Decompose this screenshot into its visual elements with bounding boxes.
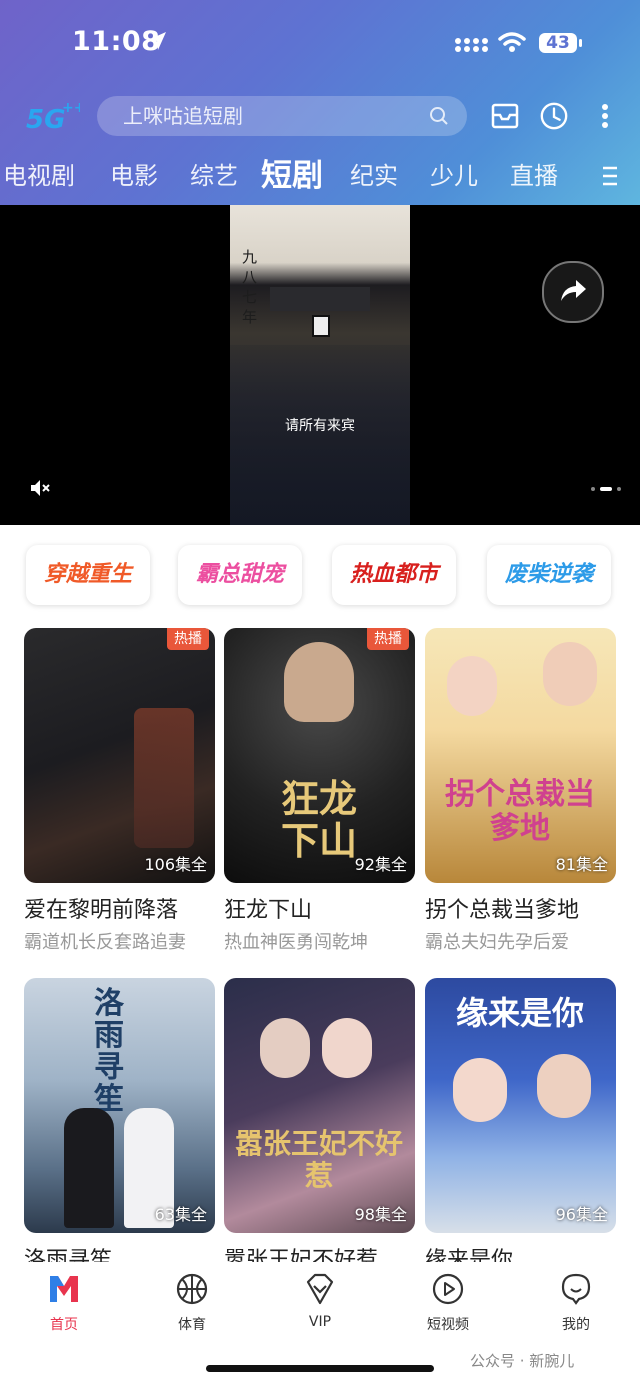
watermark: 公众号 · 新腕儿 xyxy=(470,1352,575,1370)
tab-variety[interactable]: 综艺 xyxy=(190,150,238,202)
tab-label: VIP xyxy=(308,1314,332,1330)
hot-badge: 热播 xyxy=(167,628,209,650)
episode-count: 63集全 xyxy=(154,1205,207,1224)
actor-face xyxy=(260,1018,310,1078)
tab-label: 体育 xyxy=(178,1317,206,1333)
chip-label: 热血都市 xyxy=(349,562,438,587)
migu-5g-logo[interactable]: 5G ++ xyxy=(24,98,80,134)
battery-level: 43 xyxy=(546,33,570,53)
episode-count: 81集全 xyxy=(555,855,608,874)
tab-sports[interactable]: 体育 xyxy=(152,1272,232,1334)
status-bar: 11:08 43 xyxy=(0,0,640,86)
tab-movies[interactable]: 电影 xyxy=(110,150,158,202)
episode-count: 92集全 xyxy=(354,855,407,874)
chip-ceo-romance[interactable]: 霸总甜宠 xyxy=(178,545,302,605)
drama-title: 爱在黎明前降落 xyxy=(24,898,179,923)
wifi-icon xyxy=(498,32,526,52)
share-button[interactable] xyxy=(542,261,604,323)
tab-tv-series[interactable]: 电视剧 xyxy=(3,150,75,202)
vip-diamond-icon xyxy=(306,1273,334,1305)
search-bar[interactable]: 上咪咕追短剧 xyxy=(97,96,467,136)
tab-live[interactable]: 直播 xyxy=(510,150,558,202)
svg-text:++: ++ xyxy=(62,100,80,116)
poster-title-text: 缘来是你 xyxy=(455,994,584,1032)
poster-title-text: 拐个总裁当爹地 xyxy=(445,777,595,846)
poster-title-text: 嚣张王妃不好惹 xyxy=(234,1127,403,1192)
search-icon xyxy=(430,107,448,125)
memorial-banner xyxy=(270,287,370,311)
history-clock-icon[interactable] xyxy=(539,100,569,132)
chip-time-travel[interactable]: 穿越重生 xyxy=(26,545,150,605)
carousel-indicator xyxy=(591,487,621,491)
actress-face xyxy=(447,656,497,716)
video-vertical-text: 九八七年 xyxy=(242,248,258,326)
tab-label: 我的 xyxy=(562,1317,590,1333)
drama-poster: 缘来是你 96集全 xyxy=(425,978,616,1233)
actor-face xyxy=(543,642,597,706)
inbox-icon[interactable] xyxy=(490,100,520,132)
tab-home[interactable]: 首页 xyxy=(24,1272,104,1334)
poster-title-text: 洛雨寻笙 xyxy=(94,986,124,1117)
actress-face xyxy=(322,1018,372,1078)
drama-poster: 嚣张王妃不好惹 98集全 xyxy=(224,978,415,1233)
tab-kids[interactable]: 少儿 xyxy=(430,150,478,202)
drama-title: 拐个总裁当爹地 xyxy=(425,898,580,923)
mute-icon[interactable] xyxy=(30,479,52,497)
drama-subtitle: 霸总夫妇先孕后爱 xyxy=(425,932,569,953)
episode-count: 96集全 xyxy=(555,1205,608,1224)
drama-poster: 狂龙下山 热播 92集全 xyxy=(224,628,415,883)
poster-title-text: 狂龙下山 xyxy=(280,777,357,863)
category-menu-icon[interactable] xyxy=(600,164,620,188)
actor-figure xyxy=(64,1108,114,1228)
tab-label: 首页 xyxy=(50,1317,78,1333)
svg-text:5G: 5G xyxy=(26,105,65,134)
tab-label: 短视频 xyxy=(427,1317,469,1333)
chip-label: 霸总甜宠 xyxy=(195,562,284,587)
figure-silhouette xyxy=(134,708,194,848)
top-header: 11:08 43 5G ++ 上咪咕追短剧 电视剧 电影 综艺 短剧 纪实 少儿… xyxy=(0,0,640,205)
basketball-icon xyxy=(176,1273,208,1305)
home-indicator[interactable] xyxy=(206,1365,434,1372)
crowd-shadow xyxy=(230,345,410,525)
actor-face xyxy=(537,1054,591,1118)
chip-underdog[interactable]: 废柴逆袭 xyxy=(487,545,611,605)
memorial-portrait xyxy=(312,315,330,337)
chip-label: 废柴逆袭 xyxy=(504,562,593,587)
profile-face-icon xyxy=(561,1273,591,1305)
video-frame: 九八七年 请所有来宾 xyxy=(230,205,410,525)
lead-actor-face xyxy=(284,642,354,722)
video-player[interactable]: 九八七年 请所有来宾 xyxy=(0,205,640,525)
episode-count: 98集全 xyxy=(354,1205,407,1224)
drama-title: 狂龙下山 xyxy=(224,898,313,923)
drama-poster: 热播 106集全 xyxy=(24,628,215,883)
episode-count: 106集全 xyxy=(144,855,207,874)
drama-subtitle: 热血神医勇闯乾坤 xyxy=(224,932,368,953)
genre-chips: 穿越重生 霸总甜宠 热血都市 废柴逆袭 xyxy=(0,545,640,607)
tab-documentary[interactable]: 纪实 xyxy=(350,150,398,202)
drama-subtitle: 霸道机长反套路追妻 xyxy=(24,932,186,953)
tab-vip[interactable]: VIP xyxy=(280,1272,360,1330)
video-subtitle: 请所有来宾 xyxy=(285,418,355,434)
tab-mine[interactable]: 我的 xyxy=(536,1272,616,1334)
share-icon xyxy=(561,280,586,301)
drama-poster: 洛雨寻笙 63集全 xyxy=(24,978,215,1233)
chip-urban-action[interactable]: 热血都市 xyxy=(332,545,456,605)
actress-face xyxy=(453,1058,507,1122)
tab-short-drama[interactable]: 短剧 xyxy=(261,150,323,202)
drama-poster: 拐个总裁当爹地 81集全 xyxy=(425,628,616,883)
home-m-logo-icon xyxy=(50,1276,78,1302)
category-tabs: 电视剧 电影 综艺 短剧 纪实 少儿 直播 xyxy=(0,150,640,202)
hot-badge: 热播 xyxy=(367,628,409,650)
cellular-signal-icon xyxy=(455,38,488,52)
tab-short-video[interactable]: 短视频 xyxy=(408,1272,488,1334)
more-vertical-icon[interactable] xyxy=(590,100,620,132)
location-arrow-icon xyxy=(148,32,166,50)
search-placeholder: 上咪咕追短剧 xyxy=(123,104,243,128)
chip-label: 穿越重生 xyxy=(43,562,132,587)
play-circle-icon xyxy=(432,1273,464,1305)
